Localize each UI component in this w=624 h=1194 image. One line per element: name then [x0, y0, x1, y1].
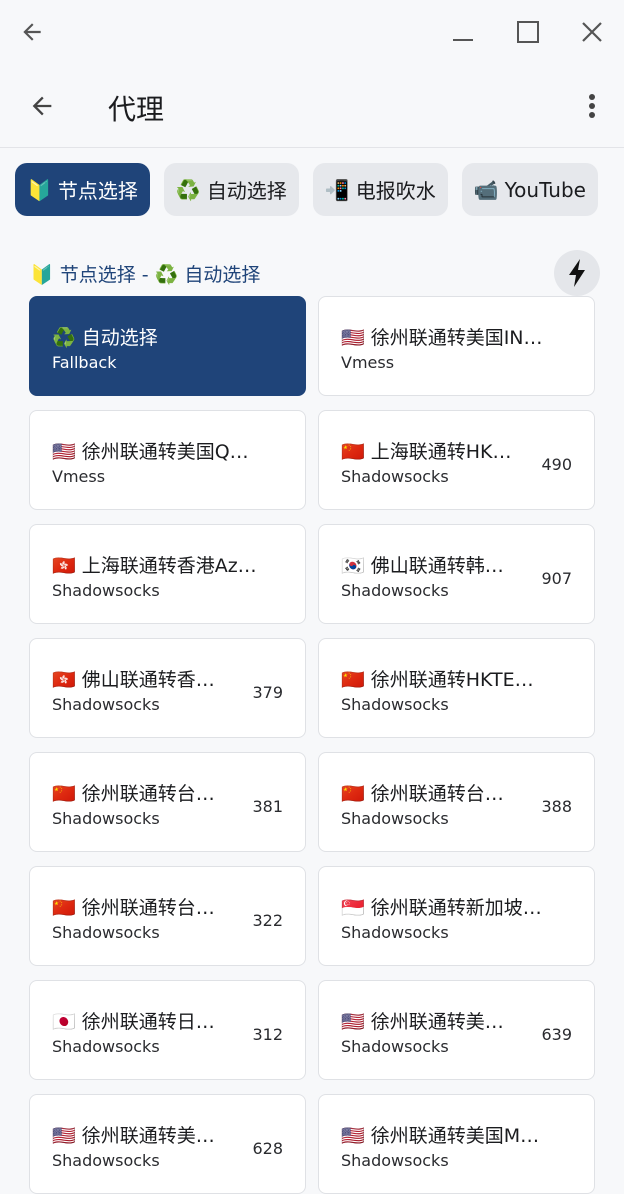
proxy-type: Shadowsocks: [52, 1037, 160, 1056]
tab-node-select[interactable]: 🔰 节点选择: [15, 163, 150, 216]
window-back-icon[interactable]: [14, 14, 50, 50]
proxy-card[interactable]: 🇭🇰 佛山联通转香… Shadowsocks 379: [29, 638, 306, 738]
tab-youtube[interactable]: 📹 YouTube: [461, 163, 598, 216]
tab-label: 自动选择: [206, 179, 287, 203]
proxy-type: Shadowsocks: [341, 923, 449, 942]
group-title: 🔰 节点选择 - ♻️ 自动选择: [30, 264, 261, 286]
proxy-name: 🇨🇳 徐州联通转台…: [52, 783, 215, 805]
proxy-card[interactable]: 🇸🇬 徐州联通转新加坡… Shadowsocks: [318, 866, 595, 966]
proxy-card[interactable]: 🇨🇳 徐州联通转台… Shadowsocks 381: [29, 752, 306, 852]
group-header: 🔰 节点选择 - ♻️ 自动选择: [30, 250, 600, 296]
proxy-delay: 379: [252, 683, 283, 702]
proxy-type: Shadowsocks: [341, 581, 449, 600]
more-options-icon[interactable]: [572, 86, 612, 126]
proxy-card[interactable]: 🇭🇰 上海联通转香港Az… Shadowsocks: [29, 524, 306, 624]
proxy-type: Shadowsocks: [52, 923, 160, 942]
proxy-name: 🇨🇳 徐州联通转台…: [341, 783, 504, 805]
proxy-delay: 628: [252, 1139, 283, 1158]
proxy-card[interactable]: 🇨🇳 徐州联通转HKTE… Shadowsocks: [318, 638, 595, 738]
proxy-delay: 639: [541, 1025, 572, 1044]
proxy-delay: 388: [541, 797, 572, 816]
proxy-type: Shadowsocks: [341, 809, 449, 828]
maximize-icon[interactable]: [510, 14, 546, 50]
app-bar: 代理: [0, 64, 624, 148]
proxy-type: Shadowsocks: [52, 1151, 160, 1170]
tab-auto-select[interactable]: ♻️ 自动选择: [163, 163, 299, 216]
close-icon[interactable]: [574, 14, 610, 50]
proxy-delay: 490: [541, 455, 572, 474]
tab-emoji-icon: 📹: [473, 177, 499, 202]
proxy-type: Vmess: [52, 467, 106, 486]
proxy-name: ♻️ 自动选择: [52, 327, 158, 349]
tab-emoji-icon: 🔰: [27, 177, 52, 202]
tab-label: 节点选择: [57, 179, 138, 203]
proxy-card[interactable]: 🇨🇳 徐州联通转台… Shadowsocks 388: [318, 752, 595, 852]
proxy-name: 🇨🇳 徐州联通转台…: [52, 897, 215, 919]
proxy-name: 🇺🇸 徐州联通转美…: [52, 1125, 215, 1147]
proxy-type: Shadowsocks: [341, 1151, 449, 1170]
proxy-type: Shadowsocks: [341, 467, 449, 486]
proxy-name: 🇯🇵 徐州联通转日…: [52, 1011, 215, 1033]
proxy-type: Fallback: [52, 353, 117, 372]
proxy-name: 🇨🇳 徐州联通转HKTE…: [341, 669, 534, 691]
proxy-delay: 907: [541, 569, 572, 588]
proxy-card[interactable]: 🇺🇸 徐州联通转美国M… Shadowsocks: [318, 1094, 595, 1194]
proxy-type: Vmess: [341, 353, 395, 372]
tab-telegram[interactable]: 📲 电报吹水: [312, 163, 448, 216]
proxy-name: 🇭🇰 佛山联通转香…: [52, 669, 215, 691]
proxy-name: 🇺🇸 徐州联通转美国Q…: [52, 441, 249, 463]
proxy-type: Shadowsocks: [52, 581, 160, 600]
lightning-icon: [569, 259, 585, 287]
proxy-delay: 312: [252, 1025, 283, 1044]
group-tabs: 🔰 节点选择 ♻️ 自动选择 📲 电报吹水 📹 YouTube: [15, 163, 624, 217]
proxy-card[interactable]: 🇰🇷 佛山联通转韩… Shadowsocks 907: [318, 524, 595, 624]
proxy-name: 🇺🇸 徐州联通转美…: [341, 1011, 504, 1033]
proxy-card[interactable]: 🇨🇳 徐州联通转台… Shadowsocks 322: [29, 866, 306, 966]
proxy-delay: 322: [252, 911, 283, 930]
proxy-delay: 381: [252, 797, 283, 816]
proxy-name: 🇭🇰 上海联通转香港Az…: [52, 555, 257, 577]
window-titlebar: [0, 0, 624, 64]
proxy-type: Shadowsocks: [52, 809, 160, 828]
minimize-icon[interactable]: [445, 14, 481, 50]
proxy-type: Shadowsocks: [52, 695, 160, 714]
tab-emoji-icon: 📲: [324, 177, 350, 202]
proxy-card[interactable]: 🇯🇵 徐州联通转日… Shadowsocks 312: [29, 980, 306, 1080]
proxy-name: 🇺🇸 徐州联通转美国IN…: [341, 327, 543, 349]
proxy-name: 🇰🇷 佛山联通转韩…: [341, 555, 504, 577]
back-arrow-icon[interactable]: [22, 86, 62, 126]
proxy-type: Shadowsocks: [341, 695, 449, 714]
proxy-name: 🇨🇳 上海联通转HK…: [341, 441, 512, 463]
latency-test-button[interactable]: [554, 250, 600, 296]
proxy-card[interactable]: 🇺🇸 徐州联通转美国Q… Vmess: [29, 410, 306, 510]
proxy-type: Shadowsocks: [341, 1037, 449, 1056]
tab-label: 电报吹水: [355, 179, 436, 203]
proxy-card[interactable]: 🇺🇸 徐州联通转美… Shadowsocks 628: [29, 1094, 306, 1194]
proxy-card[interactable]: ♻️ 自动选择 Fallback: [29, 296, 306, 396]
proxy-card[interactable]: 🇨🇳 上海联通转HK… Shadowsocks 490: [318, 410, 595, 510]
proxy-name: 🇸🇬 徐州联通转新加坡…: [341, 897, 542, 919]
proxy-name: 🇺🇸 徐州联通转美国M…: [341, 1125, 540, 1147]
proxy-card[interactable]: 🇺🇸 徐州联通转美国IN… Vmess: [318, 296, 595, 396]
page-title: 代理: [108, 93, 165, 126]
proxy-card[interactable]: 🇺🇸 徐州联通转美… Shadowsocks 639: [318, 980, 595, 1080]
tab-label: YouTube: [504, 177, 586, 202]
tab-emoji-icon: ♻️: [175, 177, 201, 202]
